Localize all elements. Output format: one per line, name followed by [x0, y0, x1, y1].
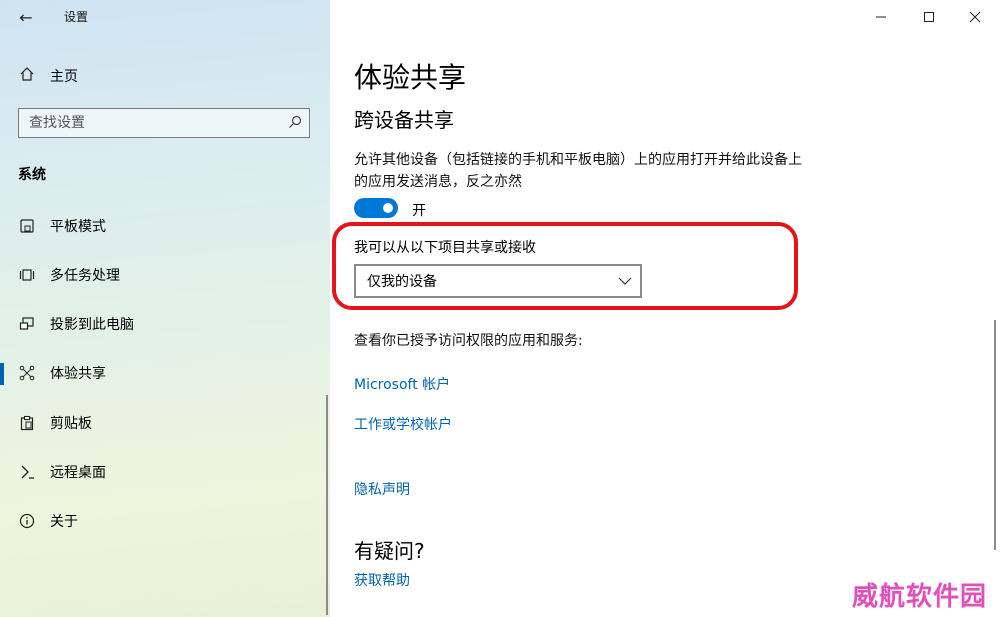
- watermark: 威航软件园: [852, 582, 988, 612]
- projecting-icon: [18, 315, 36, 333]
- sidebar: ← 设置 主页 系统 平板模式 多任务处理: [0, 0, 330, 617]
- section-label-system: 系统: [18, 167, 46, 183]
- microsoft-account-link[interactable]: Microsoft 帐户: [354, 374, 450, 394]
- home-icon: [18, 66, 36, 86]
- page-title: 体验共享: [354, 61, 467, 94]
- search-input[interactable]: [19, 109, 279, 137]
- settings-window: ← 设置 主页 系统 平板模式 多任务处理: [0, 0, 1000, 617]
- close-icon[interactable]: [960, 6, 990, 28]
- sidebar-item-about[interactable]: 关于: [0, 501, 330, 541]
- clipboard-icon: [18, 414, 36, 432]
- work-school-account-link[interactable]: 工作或学校帐户: [354, 414, 452, 434]
- sidebar-item-shared-experiences[interactable]: 体验共享: [0, 353, 330, 393]
- info-icon: [18, 512, 36, 530]
- share-scope-dropdown[interactable]: 仅我的设备: [354, 264, 642, 298]
- help-heading: 有疑问?: [354, 539, 425, 563]
- sidebar-item-clipboard[interactable]: 剪贴板: [0, 403, 330, 443]
- app-title: 设置: [64, 10, 89, 24]
- search-icon[interactable]: [287, 114, 303, 130]
- sidebar-item-label: 平板模式: [50, 219, 106, 235]
- access-description: 查看你已授予访问权限的应用和服务:: [354, 333, 583, 349]
- search-box[interactable]: [18, 108, 310, 138]
- sidebar-item-home[interactable]: 主页: [18, 64, 78, 88]
- sidebar-item-label: 关于: [50, 514, 78, 530]
- sidebar-item-projecting[interactable]: 投影到此电脑: [0, 304, 330, 344]
- sidebar-item-multitasking[interactable]: 多任务处理: [0, 255, 330, 295]
- toggle-knob: [383, 203, 393, 213]
- sidebar-item-label: 主页: [50, 69, 78, 85]
- sidebar-item-remote-desktop[interactable]: 远程桌面: [0, 452, 330, 492]
- get-help-link[interactable]: 获取帮助: [354, 570, 410, 590]
- main-scrollbar[interactable]: [994, 320, 996, 550]
- sidebar-item-label: 剪贴板: [50, 416, 92, 432]
- share-from-label: 我可以从以下项目共享或接收: [354, 240, 536, 256]
- toggle-state-label: 开: [412, 203, 426, 219]
- description-text: 允许其他设备（包括链接的手机和平板电脑）上的应用打开并给此设备上的应用发送消息，…: [354, 152, 802, 190]
- sidebar-scrollbar[interactable]: [326, 395, 328, 615]
- section-heading-cross-device: 跨设备共享: [354, 108, 454, 132]
- chevron-down-icon: [610, 277, 640, 285]
- minimize-icon[interactable]: [866, 6, 896, 28]
- remote-desktop-icon: [18, 463, 36, 481]
- maximize-icon[interactable]: [914, 6, 944, 28]
- sidebar-item-label: 远程桌面: [50, 465, 106, 481]
- privacy-statement-link[interactable]: 隐私声明: [354, 479, 410, 499]
- dropdown-value: 仅我的设备: [367, 274, 437, 290]
- sidebar-item-label: 多任务处理: [50, 268, 120, 284]
- multitasking-icon: [18, 266, 36, 284]
- back-arrow-icon[interactable]: ←: [14, 6, 38, 30]
- shared-experiences-icon: [18, 364, 36, 382]
- share-toggle-switch[interactable]: [354, 198, 398, 218]
- tablet-mode-icon: [18, 217, 36, 235]
- sidebar-item-label: 投影到此电脑: [50, 317, 134, 333]
- sidebar-item-label: 体验共享: [50, 366, 106, 382]
- sidebar-item-tablet-mode[interactable]: 平板模式: [0, 206, 330, 246]
